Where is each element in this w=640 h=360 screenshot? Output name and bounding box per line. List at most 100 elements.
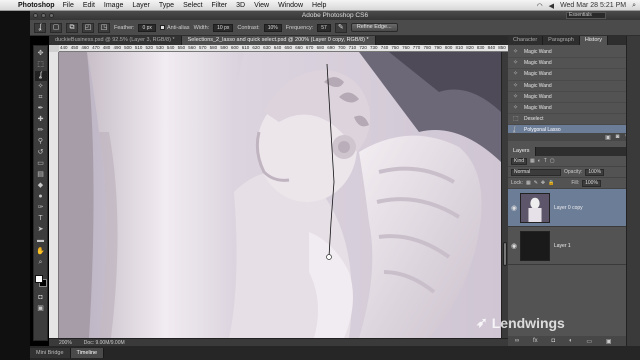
menu-layer[interactable]: Layer: [132, 2, 150, 9]
type-tool-icon[interactable]: T: [35, 214, 47, 224]
menu-3d[interactable]: 3D: [236, 2, 245, 9]
tab-character[interactable]: Character: [508, 36, 544, 45]
brush-tool-icon[interactable]: ✏: [35, 126, 47, 136]
doc-size[interactable]: Doc: 9.00M/9.00M: [84, 340, 125, 346]
ruler-vertical[interactable]: [49, 45, 59, 338]
scrollbar-thumb[interactable]: [503, 242, 507, 266]
history-item[interactable]: ✧ Magic Wand: [508, 58, 640, 70]
menu-window[interactable]: Window: [278, 2, 303, 9]
workspace-dropdown[interactable]: Essentials: [566, 12, 606, 19]
document-canvas[interactable]: [59, 52, 501, 338]
ruler-horizontal[interactable]: 440 450 460 470 480 490 500 510 520 530 540 550 560 5…: [59, 45, 508, 52]
menu-type[interactable]: Type: [159, 2, 174, 9]
lock-position-icon[interactable]: ✥: [541, 180, 545, 186]
new-document-from-state-icon[interactable]: ▣: [605, 134, 611, 141]
tab-layers[interactable]: Layers: [508, 147, 536, 156]
tab-selections-lasso[interactable]: Selections_2_lasso and quick select.psd …: [181, 36, 376, 45]
filter-shape-icon[interactable]: ▢: [550, 158, 555, 164]
eye-icon[interactable]: ◉: [508, 204, 520, 212]
antialias-checkbox[interactable]: Anti-alias: [159, 25, 190, 31]
camera-snapshot-icon[interactable]: ◙: [616, 134, 620, 140]
layer-style-icon[interactable]: fx: [533, 338, 538, 344]
ruler-origin[interactable]: [49, 45, 59, 52]
zoom-tool-icon[interactable]: ⌕: [35, 258, 47, 268]
menu-image[interactable]: Image: [104, 2, 123, 9]
clone-stamp-tool-icon[interactable]: ⚲: [35, 137, 47, 147]
marquee-tool-icon[interactable]: ⬚: [35, 60, 47, 70]
layer-name[interactable]: Layer 1: [554, 243, 571, 249]
history-item[interactable]: ✧ Magic Wand: [508, 47, 640, 59]
lasso-tool-icon[interactable]: ʆ: [34, 71, 47, 81]
volume-icon[interactable]: ◀: [549, 2, 554, 10]
history-item[interactable]: ✧ Magic Wand: [508, 69, 640, 81]
tab-history[interactable]: History: [579, 36, 608, 45]
close-window-button[interactable]: [33, 13, 38, 18]
minimize-window-button[interactable]: [41, 13, 46, 18]
tab-mini-bridge[interactable]: Mini Bridge: [30, 348, 71, 358]
gradient-tool-icon[interactable]: ▤: [35, 170, 47, 180]
menu-view[interactable]: View: [254, 2, 269, 9]
fill-input[interactable]: 100%: [582, 179, 601, 187]
link-layers-icon[interactable]: ∞: [515, 338, 519, 344]
pen-tool-icon[interactable]: ✑: [35, 203, 47, 213]
refine-edge-button[interactable]: Refine Edge...: [350, 23, 398, 32]
dodge-tool-icon[interactable]: ●: [35, 192, 47, 202]
wifi-icon[interactable]: ◠: [537, 2, 543, 10]
tab-timeline[interactable]: Timeline: [70, 348, 105, 358]
menu-file[interactable]: File: [63, 2, 74, 9]
lock-transparent-icon[interactable]: ▦: [526, 180, 531, 186]
layer-row[interactable]: ◉ Layer 0 copy: [508, 189, 640, 227]
spotlight-search-icon[interactable]: ⌕: [632, 2, 636, 10]
crop-tool-icon[interactable]: ⌗: [35, 93, 47, 103]
history-item[interactable]: ✧ Magic Wand: [508, 81, 640, 92]
shape-tool-icon[interactable]: ▬: [35, 236, 47, 246]
layer-mask-icon[interactable]: ◘: [552, 338, 556, 344]
intersect-selection-icon[interactable]: ◳: [98, 22, 110, 33]
vertical-scrollbar[interactable]: [501, 52, 508, 338]
healing-brush-tool-icon[interactable]: ✚: [35, 115, 47, 125]
eraser-tool-icon[interactable]: ▭: [35, 159, 47, 169]
move-tool-icon[interactable]: ✥: [35, 49, 47, 59]
kind-filter-dropdown[interactable]: Kind: [511, 157, 528, 165]
quick-mask-icon[interactable]: ◘: [35, 293, 47, 303]
new-layer-icon[interactable]: ▣: [606, 338, 612, 345]
eye-icon[interactable]: ◉: [508, 242, 520, 250]
adjustment-layer-icon[interactable]: ◐: [569, 338, 573, 344]
path-select-tool-icon[interactable]: ➤: [35, 225, 47, 235]
tab-duckie-business[interactable]: duckieBusiness.psd @ 92.5% (Layer 3, RGB…: [49, 36, 182, 45]
layer-row[interactable]: ◉ Layer 1: [508, 227, 640, 265]
menu-filter[interactable]: Filter: [212, 2, 228, 9]
filter-type-icon[interactable]: T: [544, 158, 547, 164]
quick-select-tool-icon[interactable]: ✧: [35, 82, 47, 92]
filter-adjustment-icon[interactable]: ◐: [538, 158, 541, 164]
menu-edit[interactable]: Edit: [83, 2, 95, 9]
history-item[interactable]: ✧ Magic Wand: [508, 92, 640, 103]
history-item[interactable]: ✧ Magic Wand: [508, 103, 640, 115]
history-brush-tool-icon[interactable]: ↺: [35, 148, 47, 158]
subtract-selection-icon[interactable]: ◰: [82, 22, 94, 33]
foreground-color-swatch[interactable]: [34, 275, 43, 283]
tab-paragraph[interactable]: Paragraph: [543, 36, 580, 45]
menu-app-name[interactable]: Photoshop: [18, 2, 55, 9]
new-selection-icon[interactable]: ▢: [50, 22, 62, 33]
opacity-input[interactable]: 100%: [585, 168, 605, 176]
zoom-window-button[interactable]: [49, 13, 54, 18]
tablet-pressure-icon[interactable]: ✎: [334, 22, 347, 33]
history-item[interactable]: ⬚ Deselect: [508, 114, 640, 126]
blur-tool-icon[interactable]: ◆: [35, 181, 47, 191]
lock-all-icon[interactable]: 🔒: [548, 180, 554, 186]
hand-tool-icon[interactable]: ✋: [35, 247, 47, 257]
group-folder-icon[interactable]: ▭: [586, 338, 592, 345]
layer-name[interactable]: Layer 0 copy: [554, 205, 583, 211]
filter-pixel-icon[interactable]: ▦: [530, 158, 535, 164]
width-input[interactable]: 10 px: [213, 23, 234, 32]
contrast-input[interactable]: 10%: [263, 23, 282, 32]
clock-text[interactable]: Wed Mar 28 5:21 PM: [560, 2, 626, 9]
magnetic-lasso-icon[interactable]: ʆ: [34, 22, 46, 33]
frequency-input[interactable]: 57: [317, 23, 331, 32]
add-selection-icon[interactable]: ⧉: [66, 22, 78, 33]
lock-image-icon[interactable]: ✎: [534, 180, 538, 186]
color-swatches[interactable]: [34, 275, 47, 287]
feather-input[interactable]: 0 px: [138, 23, 156, 32]
menu-select[interactable]: Select: [183, 2, 202, 9]
